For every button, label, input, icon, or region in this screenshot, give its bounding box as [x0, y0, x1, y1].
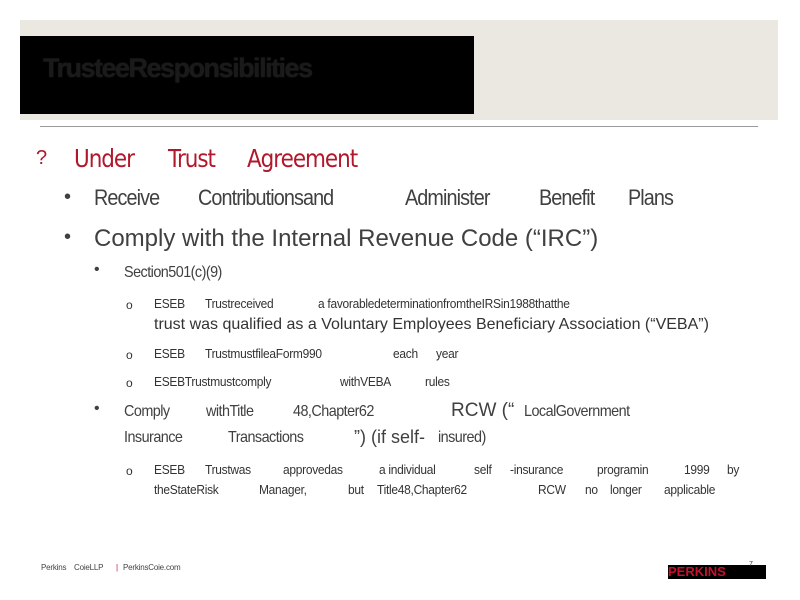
footer-firm-2: CoieLLP	[74, 563, 104, 572]
sub1-point2-part4: year	[436, 346, 459, 361]
sub2-line1-part4: RCW (“	[451, 400, 515, 421]
sub2-point1-l1-part9: by	[727, 462, 740, 477]
sub2-point1-l1-part6: -insurance	[510, 462, 564, 477]
sub2-point1-l2-part7: longer	[610, 482, 642, 497]
sub1-point1-bullet: o	[126, 298, 133, 312]
sub1-bullet: •	[94, 261, 100, 278]
sub2-point1-l2-part6: no	[585, 482, 598, 497]
sub1-point1-part3: a favorabledeterminationfromtheIRSin1988…	[318, 296, 570, 311]
item1-bullet: •	[64, 186, 72, 208]
item2-bullet: •	[64, 226, 72, 248]
item1-word-3: Administer	[405, 185, 490, 210]
sub2-point1-l2-part5: RCW	[538, 482, 566, 497]
sub2-line2-part4: insured)	[438, 429, 486, 446]
footer-separator: |	[116, 563, 118, 572]
heading-word-3: Agreement	[247, 144, 358, 173]
sub2-point1-l2-part4: Title48,Chapter62	[377, 482, 467, 497]
sub2-line2-part1: Insurance	[124, 429, 183, 446]
sub1-point3-part3: rules	[425, 374, 450, 389]
sub1-point2-bullet: o	[126, 348, 133, 362]
heading-word-2: Trust	[168, 144, 216, 173]
slide-number: 7	[749, 561, 753, 568]
sub1-point3-part2: withVEBA	[340, 374, 391, 389]
item1-word-4: Benefit	[539, 185, 595, 210]
sub2-point1-l2-part8: applicable	[664, 482, 716, 497]
sub1-point2-part3: each	[393, 346, 418, 361]
sub1-point3-bullet: o	[126, 376, 133, 390]
footer-website[interactable]: PerkinsCoie.com	[123, 563, 181, 572]
sub2-line1-part3: 48,Chapter62	[293, 403, 374, 420]
sub2-line2-part3: ”) (if self-	[354, 427, 425, 447]
sub2-line1-part5: LocalGovernment	[524, 403, 630, 420]
item1-word-5: Plans	[628, 185, 674, 210]
sub2-point1-l2-part2: Manager,	[259, 482, 307, 497]
sub2-point1-l1-part2: Trustwas	[205, 462, 251, 477]
sub2-point1-l2-part1: theStateRisk	[154, 482, 219, 497]
sub1-point1-part1: ESEB	[154, 296, 185, 311]
sub2-line2-part2: Transactions	[228, 429, 304, 446]
sub1-point2-part1: ESEB	[154, 346, 185, 361]
title-divider	[40, 126, 758, 127]
heading-bullet: ?	[36, 147, 48, 169]
sub1-point3-part1: ESEBTrustmustcomply	[154, 374, 272, 389]
sub2-bullet: •	[94, 400, 100, 417]
item2-text: Comply with the Internal Revenue Code (“…	[94, 225, 599, 252]
sub2-point1-l1-part7: programin	[597, 462, 649, 477]
sub2-point1-l1-part3: approvedas	[283, 462, 343, 477]
heading-word-1: Under	[74, 144, 135, 173]
item1-word-1: Receive	[94, 185, 160, 210]
sub1-point1-part2: Trustreceived	[205, 296, 274, 311]
sub1-point2-part2: TrustmustfileaForm990	[205, 346, 322, 361]
sub1-text: Section501(c)(9)	[124, 264, 222, 281]
sub2-point1-l1-part1: ESEB	[154, 462, 185, 477]
sub2-point1-l1-part4: a individual	[379, 462, 436, 477]
sub2-point1-l2-part3: but	[348, 482, 364, 497]
footer-firm: Perkins	[41, 563, 67, 572]
sub1-point1-line2: trust was qualified as a Voluntary Emplo…	[154, 316, 709, 333]
sub2-point1-bullet: o	[126, 464, 133, 478]
sub2-line1-part1: Comply	[124, 403, 170, 420]
item1-word-2: Contributionsand	[198, 185, 334, 210]
perkins-logo: PERKINS	[668, 564, 726, 579]
sub2-line1-part2: withTitle	[206, 403, 254, 420]
sub2-point1-l1-part8: 1999	[684, 462, 710, 477]
sub2-point1-l1-part5: self	[474, 462, 492, 477]
slide-title: TrusteeResponsibilities	[43, 53, 313, 83]
